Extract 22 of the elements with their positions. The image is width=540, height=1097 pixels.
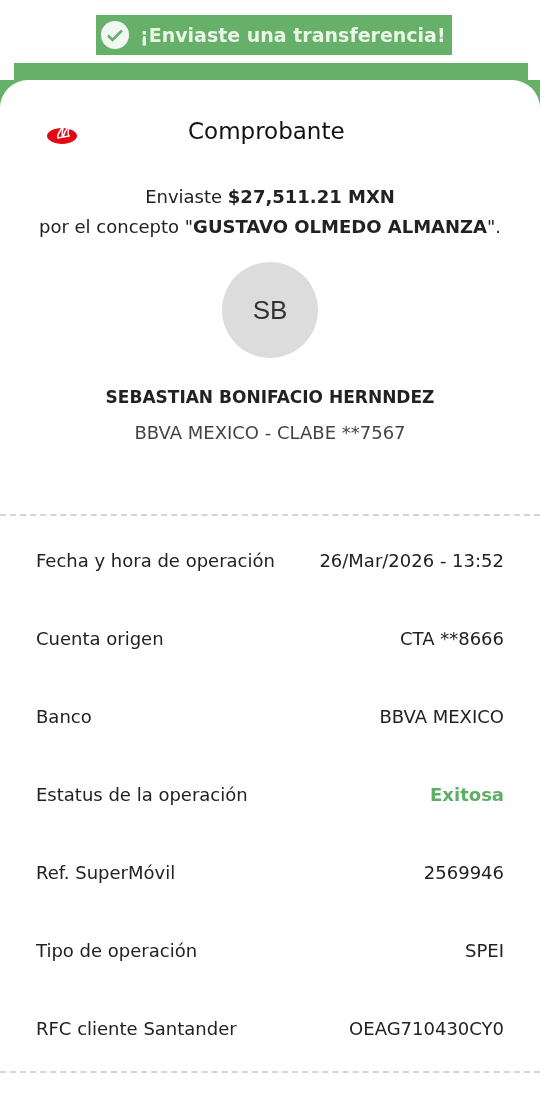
detail-label: Banco [36, 704, 92, 729]
concept-text: por el concepto "GUSTAVO OLMEDO ALMANZA". [38, 215, 502, 239]
detail-value: 2569946 [423, 860, 504, 885]
detail-value: BBVA MEXICO [379, 704, 504, 729]
detail-label: Estatus de la operación [36, 782, 248, 807]
status-value: Exitosa [430, 782, 504, 807]
check-icon [100, 20, 130, 50]
detail-label: Ref. SuperMóvil [36, 860, 176, 885]
receipt-title: Comprobante [188, 116, 345, 146]
detail-value: SPEI [465, 938, 504, 963]
detail-value: OEAG710430CY0 [349, 1016, 504, 1041]
detail-value: 26/Mar/2026 - 13:52 [319, 548, 504, 573]
detail-label: Fecha y hora de operación [36, 548, 275, 573]
detail-label: Cuenta origen [36, 626, 164, 651]
recipient-name: SEBASTIAN BONIFACIO HERNNDEZ [105, 386, 435, 409]
detail-label: RFC cliente Santander [36, 1016, 237, 1041]
amount-text: Enviaste $27,511.21 MXN [145, 185, 395, 209]
recipient-account: BBVA MEXICO - CLABE **7567 [134, 421, 406, 445]
banner-text: ¡Enviaste una transferencia! [140, 22, 447, 48]
detail-value: CTA **8666 [400, 626, 504, 651]
detail-label: Tipo de operación [36, 938, 198, 963]
avatar-initials: SB [222, 262, 318, 358]
